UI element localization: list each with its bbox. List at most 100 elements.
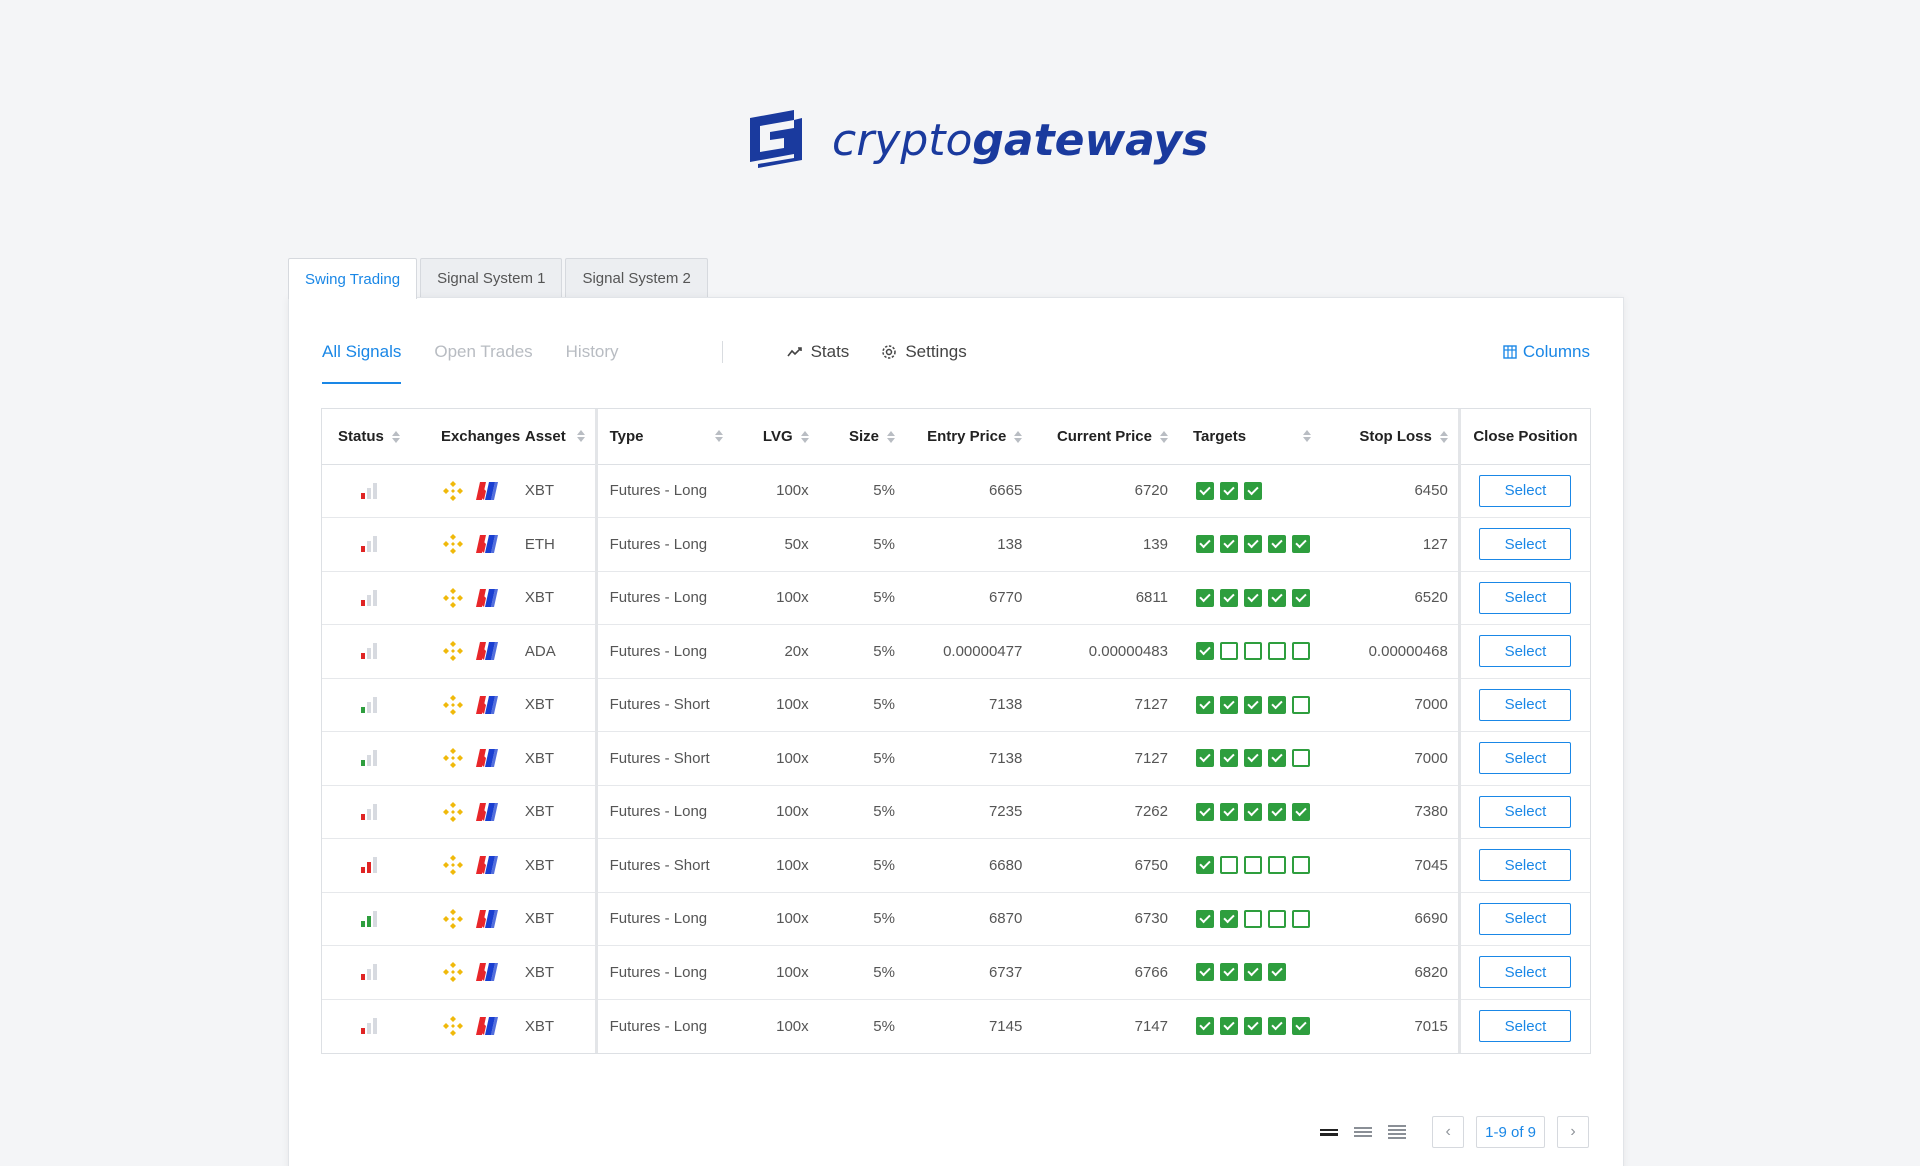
select-button[interactable]: Select — [1479, 956, 1572, 989]
header-stop-loss[interactable]: Stop Loss — [1321, 409, 1461, 465]
type-cell: Futures - Short — [596, 731, 734, 786]
target-hit-icon — [1195, 749, 1214, 768]
select-button[interactable]: Select — [1479, 474, 1572, 507]
select-button[interactable]: Select — [1479, 635, 1572, 668]
select-button[interactable]: Select — [1479, 849, 1572, 882]
header-current-price[interactable]: Current Price — [1022, 409, 1168, 465]
targets-cell — [1167, 945, 1322, 1000]
sort-icon[interactable] — [1159, 430, 1168, 443]
select-button[interactable]: Select — [1479, 1010, 1572, 1042]
table-row: ADA Futures - Long 20x 5% 0.00000477 0.0… — [322, 624, 1590, 679]
binance-icon — [442, 801, 463, 822]
columns-icon — [1503, 345, 1517, 359]
binance-icon — [442, 480, 463, 501]
type-cell: Futures - Long — [596, 892, 734, 946]
table-row: XBT Futures - Short 100x 5% 6680 6750 70… — [322, 838, 1590, 893]
subnav-open-trades[interactable]: Open Trades — [434, 332, 532, 372]
header-asset[interactable]: Asset — [524, 409, 598, 465]
target-open-icon — [1291, 856, 1310, 875]
sort-icon[interactable] — [715, 430, 724, 443]
sort-icon[interactable] — [1439, 430, 1448, 443]
density-compact-icon[interactable] — [1388, 1125, 1407, 1139]
signal-strength-icon — [322, 482, 417, 499]
lvg-cell: 100x — [733, 838, 809, 893]
type-cell: Futures - Short — [596, 678, 734, 732]
stop-loss-cell: 7000 — [1321, 731, 1461, 786]
header-exchanges: Exchanges — [416, 409, 525, 465]
target-hit-icon — [1195, 642, 1214, 661]
tab-signal-system-2[interactable]: Signal System 2 — [565, 258, 708, 298]
target-open-icon — [1291, 642, 1310, 661]
exchanges-cell — [416, 945, 525, 1000]
exchanges-cell — [416, 785, 525, 839]
header-type[interactable]: Type — [596, 409, 734, 465]
header-entry-price[interactable]: Entry Price — [894, 409, 1023, 465]
stats-button[interactable]: Stats — [786, 342, 849, 362]
settings-button[interactable]: Settings — [881, 342, 967, 362]
chevron-right-icon[interactable]: › — [1557, 1116, 1589, 1148]
select-button[interactable]: Select — [1479, 795, 1572, 828]
signals-table: Status Exchanges Asset Type LVG Size Ent… — [321, 408, 1591, 1054]
entry-price-cell: 6870 — [894, 892, 1023, 946]
targets-cell — [1167, 785, 1322, 839]
status-cell — [322, 571, 417, 625]
bitmex-icon — [475, 856, 498, 875]
header-close-position: Close Position — [1459, 409, 1590, 465]
columns-button[interactable]: Columns — [1503, 342, 1590, 362]
current-price-cell: 7147 — [1134, 1017, 1168, 1035]
targets-cell — [1167, 731, 1322, 786]
header-size[interactable]: Size — [808, 409, 895, 465]
select-button[interactable]: Select — [1479, 688, 1572, 721]
tab-swing-trading[interactable]: Swing Trading — [288, 258, 418, 299]
target-hit-icon — [1243, 749, 1262, 768]
binance-icon — [442, 962, 463, 983]
signal-strength-icon — [322, 536, 417, 553]
target-open-icon — [1219, 856, 1238, 875]
select-button[interactable]: Select — [1479, 581, 1572, 614]
select-button[interactable]: Select — [1479, 742, 1572, 775]
subnav-all-signals[interactable]: All Signals — [322, 332, 402, 384]
target-hit-icon — [1195, 481, 1214, 500]
brand-logo: cryptogateways — [746, 108, 1208, 172]
table-row: XBT Futures - Short 100x 5% 7138 7127 70… — [322, 731, 1590, 786]
target-hit-icon — [1195, 588, 1214, 607]
header-targets[interactable]: Targets — [1167, 409, 1322, 465]
trend-line-icon — [786, 347, 802, 357]
lvg-cell: 100x — [733, 464, 809, 518]
target-hit-icon — [1195, 909, 1214, 928]
targets-cell — [1167, 892, 1322, 946]
sort-icon[interactable] — [800, 430, 809, 443]
asset-cell: XBT — [524, 785, 598, 839]
binance-icon — [442, 908, 463, 929]
target-hit-icon — [1219, 695, 1238, 714]
close-position-cell: Select — [1459, 678, 1590, 732]
size-cell: 5% — [808, 785, 895, 839]
select-button[interactable]: Select — [1479, 528, 1572, 561]
select-button[interactable]: Select — [1479, 902, 1572, 935]
entry-price-cell: 6737 — [894, 945, 1023, 1000]
sort-icon[interactable] — [576, 430, 585, 443]
header-lvg[interactable]: LVG — [733, 409, 809, 465]
type-cell: Futures - Long — [596, 624, 734, 679]
signal-strength-icon — [322, 910, 417, 927]
sort-icon[interactable] — [886, 430, 895, 443]
sort-icon[interactable] — [1014, 430, 1023, 443]
density-standard-icon[interactable] — [1354, 1127, 1373, 1137]
binance-icon — [442, 855, 463, 876]
asset-cell: XBT — [524, 464, 598, 518]
target-open-icon — [1243, 856, 1262, 875]
target-open-icon — [1267, 856, 1286, 875]
target-hit-icon — [1291, 588, 1310, 607]
target-hit-icon — [1219, 802, 1238, 821]
bitmex-icon — [475, 695, 498, 714]
density-comfortable-icon[interactable] — [1320, 1128, 1339, 1136]
tab-signal-system-1[interactable]: Signal System 1 — [420, 258, 563, 298]
sort-icon[interactable] — [391, 430, 400, 443]
subnav-history[interactable]: History — [566, 332, 619, 372]
sort-icon[interactable] — [1303, 430, 1312, 443]
entry-price-cell: 7138 — [894, 678, 1023, 732]
size-cell: 5% — [808, 731, 895, 786]
chevron-left-icon[interactable]: ‹ — [1432, 1116, 1465, 1148]
header-status[interactable]: Status — [322, 409, 417, 465]
targets-cell — [1167, 517, 1322, 572]
